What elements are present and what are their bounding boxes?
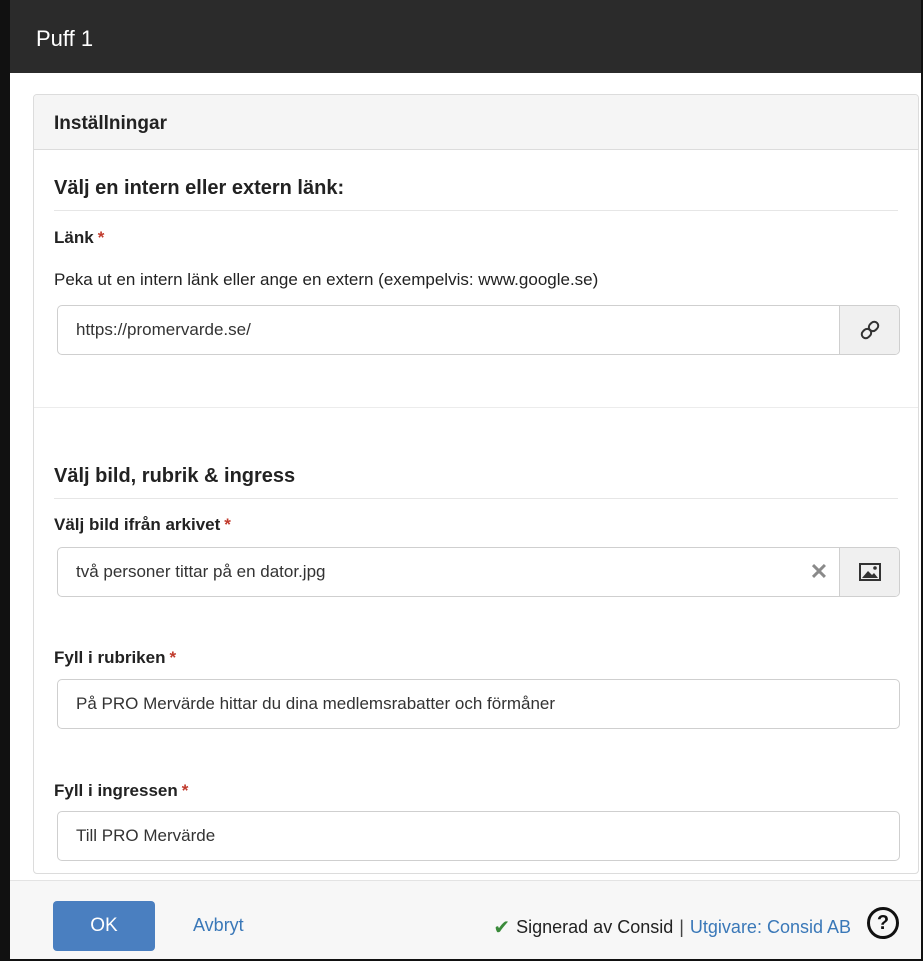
required-marker: * xyxy=(224,515,231,534)
image-picker-button[interactable] xyxy=(839,548,899,596)
image-section-title: Välj bild, rubrik & ingress xyxy=(54,465,898,499)
panel-header: Inställningar xyxy=(34,95,918,150)
ingress-field[interactable]: Till PRO Mervärde xyxy=(57,811,900,861)
link-icon xyxy=(860,320,879,340)
settings-panel: Inställningar Välj en intern eller exter… xyxy=(33,94,919,874)
cancel-link[interactable]: Avbryt xyxy=(193,915,244,936)
image-input[interactable]: två personer tittar på en dator.jpg xyxy=(58,548,799,596)
heading-input[interactable]: På PRO Mervärde hittar du dina medlemsra… xyxy=(58,680,899,728)
ingress-label-text: Fyll i ingressen xyxy=(54,781,178,800)
checkmark-icon: ✔ xyxy=(493,917,511,939)
section-divider xyxy=(34,407,918,408)
close-icon: ✕ xyxy=(809,559,829,584)
dialog-title: Puff 1 xyxy=(10,0,921,73)
separator: | xyxy=(679,917,684,937)
link-help-text: Peka ut en intern länk eller ange en ext… xyxy=(54,270,599,289)
link-picker-button[interactable] xyxy=(839,306,899,354)
dialog-footer: OK Avbryt ✔ Signerad av Consid | Utgivar… xyxy=(10,880,921,959)
link-field: https://promervarde.se/ xyxy=(57,305,900,355)
help-icon[interactable]: ? xyxy=(867,907,899,939)
link-label: Länk * xyxy=(54,228,104,248)
ingress-label: Fyll i ingressen * xyxy=(54,781,188,801)
link-section-title: Välj en intern eller extern länk: xyxy=(54,177,898,211)
signed-text: Signerad av Consid xyxy=(516,917,674,937)
image-icon xyxy=(858,563,881,581)
ingress-input[interactable]: Till PRO Mervärde xyxy=(58,812,899,860)
required-marker: * xyxy=(97,228,105,247)
image-label-text: Välj bild ifrån arkivet xyxy=(54,515,221,534)
dialog-window: Puff 1 Inställningar Välj en intern elle… xyxy=(0,0,923,961)
ok-button[interactable]: OK xyxy=(53,901,155,951)
image-field: två personer tittar på en dator.jpg ✕ xyxy=(57,547,900,597)
signature-info: ✔ Signerad av Consid | Utgivare: Consid … xyxy=(493,915,851,940)
heading-label: Fyll i rubriken * xyxy=(54,648,176,668)
clear-image-button[interactable]: ✕ xyxy=(799,548,839,596)
required-marker: * xyxy=(169,648,177,667)
heading-label-text: Fyll i rubriken xyxy=(54,648,166,667)
publisher-link[interactable]: Utgivare: Consid AB xyxy=(690,917,851,938)
link-label-text: Länk xyxy=(54,228,94,247)
heading-field[interactable]: På PRO Mervärde hittar du dina medlemsra… xyxy=(57,679,900,729)
link-input[interactable]: https://promervarde.se/ xyxy=(58,306,839,354)
image-label: Välj bild ifrån arkivet * xyxy=(54,515,231,535)
required-marker: * xyxy=(181,781,189,800)
